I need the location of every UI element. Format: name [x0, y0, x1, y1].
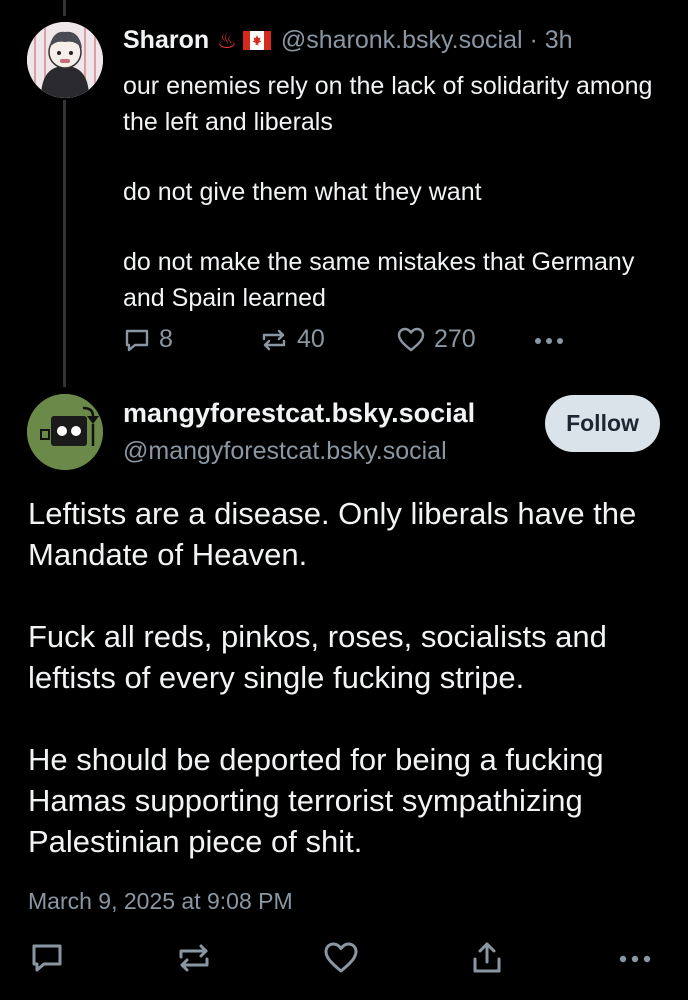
reply-button[interactable]: 8 [123, 325, 173, 354]
main-author-handle[interactable]: @mangyforestcat.bsky.social [123, 437, 447, 466]
more-options-button[interactable] [533, 331, 565, 351]
canada-flag-icon [242, 31, 271, 50]
repost-icon [262, 329, 286, 350]
post-time[interactable]: 3h [545, 26, 573, 54]
parent-post-header: Sharon ♨ @sharonk.bsky.social · 3h [123, 26, 573, 55]
like-count: 270 [434, 325, 476, 353]
parent-post-text: our enemies rely on the lack of solidari… [123, 68, 663, 316]
thread-line [63, 100, 66, 387]
post-date[interactable]: March 9, 2025 at 9:08 PM [28, 888, 293, 915]
repost-icon[interactable] [175, 940, 213, 976]
separator-dot: · [529, 26, 538, 54]
like-icon [397, 327, 425, 351]
parent-paragraph-1: our enemies rely on the lack of solidari… [123, 72, 653, 136]
share-icon[interactable] [469, 940, 505, 976]
main-post-text: Leftists are a disease. Only liberals ha… [28, 493, 668, 862]
main-paragraph-2: Fuck all reds, pinkos, roses, socialists… [28, 619, 607, 695]
repost-count: 40 [297, 325, 325, 353]
main-author-name[interactable]: mangyforestcat.bsky.social [123, 398, 475, 429]
reply-count: 8 [159, 325, 173, 353]
thread-line-top [63, 0, 66, 16]
author-name[interactable]: Sharon [123, 26, 209, 54]
hot-springs-emoji: ♨ [217, 28, 237, 53]
more-icon[interactable] [617, 950, 653, 968]
like-button[interactable]: 270 [396, 325, 476, 354]
avatar-sharon[interactable] [27, 22, 103, 98]
parent-paragraph-3: do not make the same mistakes that Germa… [123, 248, 635, 312]
avatar-mangyforestcat[interactable] [27, 394, 103, 470]
follow-button[interactable]: Follow [545, 395, 660, 452]
more-icon [535, 338, 563, 344]
like-icon[interactable] [322, 940, 360, 976]
main-paragraph-1: Leftists are a disease. Only liberals ha… [28, 496, 637, 572]
reply-icon [125, 329, 149, 351]
repost-button[interactable]: 40 [259, 325, 325, 354]
main-paragraph-3: He should be deported for being a fuckin… [28, 742, 604, 859]
author-handle[interactable]: @sharonk.bsky.social [281, 26, 523, 54]
parent-paragraph-2: do not give them what they want [123, 178, 482, 206]
reply-icon[interactable] [29, 940, 65, 976]
